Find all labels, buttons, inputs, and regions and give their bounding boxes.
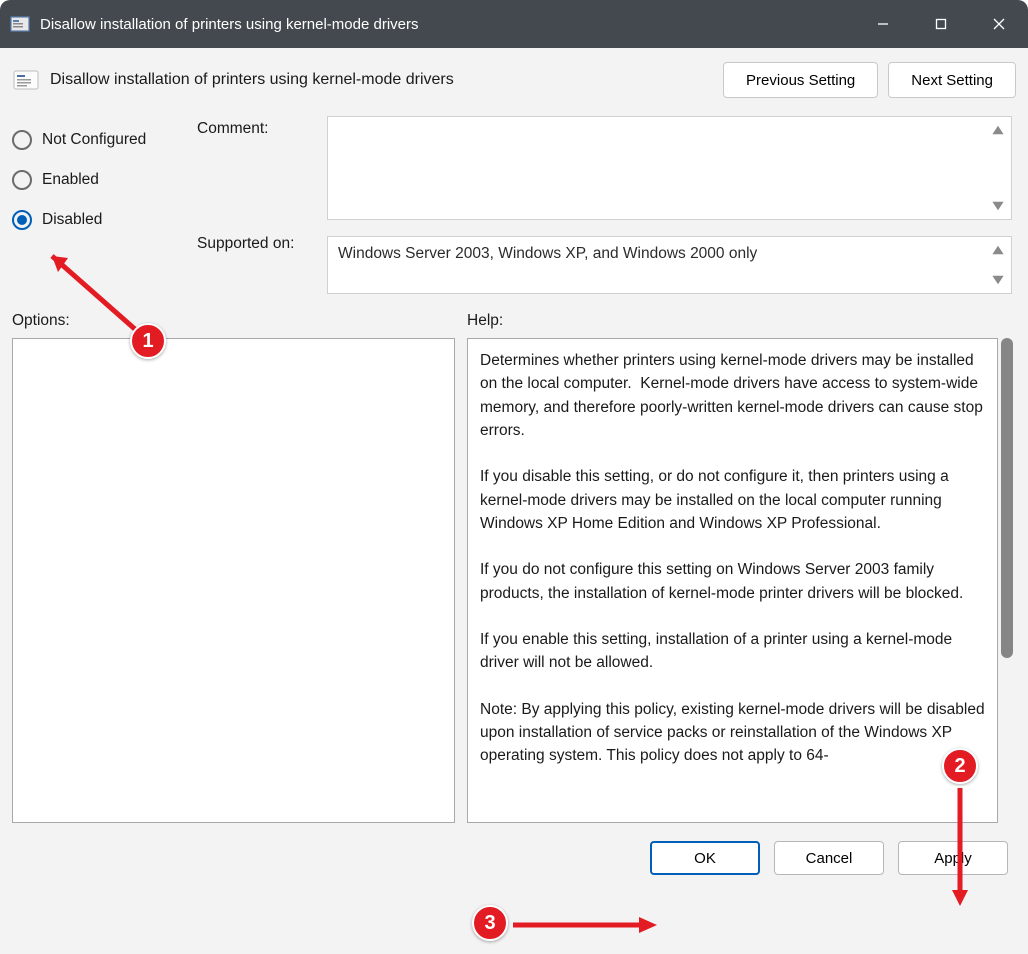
apply-button[interactable]: Apply [898, 841, 1008, 875]
options-pane [12, 338, 455, 823]
help-pane: Determines whether printers using kernel… [467, 338, 998, 823]
radio-not-configured[interactable]: Not Configured [12, 120, 197, 160]
close-button[interactable] [970, 0, 1028, 48]
titlebar: Disallow installation of printers using … [0, 0, 1028, 48]
window-title: Disallow installation of printers using … [40, 16, 854, 33]
maximize-button[interactable] [912, 0, 970, 48]
scrollbar-thumb[interactable] [1001, 338, 1013, 658]
radio-enabled[interactable]: Enabled [12, 160, 197, 200]
policy-title: Disallow installation of printers using … [50, 71, 713, 89]
comment-label: Comment: [197, 120, 327, 160]
panes-row: Determines whether printers using kernel… [0, 338, 1028, 823]
content-area: Disallow installation of printers using … [0, 48, 1028, 954]
settings-grid: Not Configured Enabled Disabled Comment:… [0, 106, 1028, 294]
radio-icon [12, 170, 32, 190]
next-setting-button[interactable]: Next Setting [888, 62, 1016, 98]
scroll-down-icon[interactable] [991, 273, 1005, 287]
help-label: Help: [467, 312, 1016, 330]
help-text: Determines whether printers using kernel… [468, 339, 997, 778]
minimize-button[interactable] [854, 0, 912, 48]
radio-disabled[interactable]: Disabled [12, 200, 197, 240]
annotation-arrow-3 [505, 910, 665, 940]
scroll-up-icon[interactable] [991, 123, 1005, 137]
options-label: Options: [12, 312, 467, 330]
scroll-down-icon[interactable] [991, 199, 1005, 213]
policy-icon [12, 66, 40, 94]
policy-header: Disallow installation of printers using … [0, 48, 1028, 106]
supported-on-label: Supported on: [197, 235, 327, 275]
section-labels: Options: Help: [0, 294, 1028, 338]
radio-label: Not Configured [42, 131, 146, 149]
help-scrollbar[interactable] [998, 338, 1016, 823]
supported-on-textbox: Windows Server 2003, Windows XP, and Win… [327, 236, 1012, 294]
ok-button[interactable]: OK [650, 841, 760, 875]
radio-label: Disabled [42, 211, 102, 229]
radio-icon [12, 210, 32, 230]
cancel-button[interactable]: Cancel [774, 841, 884, 875]
previous-setting-button[interactable]: Previous Setting [723, 62, 878, 98]
supported-on-value: Windows Server 2003, Windows XP, and Win… [338, 245, 757, 263]
scroll-up-icon[interactable] [991, 243, 1005, 257]
radio-label: Enabled [42, 171, 99, 189]
footer-buttons: OK Cancel Apply [0, 823, 1028, 875]
radio-icon [12, 130, 32, 150]
annotation-badge-3: 3 [472, 905, 508, 941]
policy-window-icon [10, 14, 30, 34]
comment-textbox[interactable] [327, 116, 1012, 220]
